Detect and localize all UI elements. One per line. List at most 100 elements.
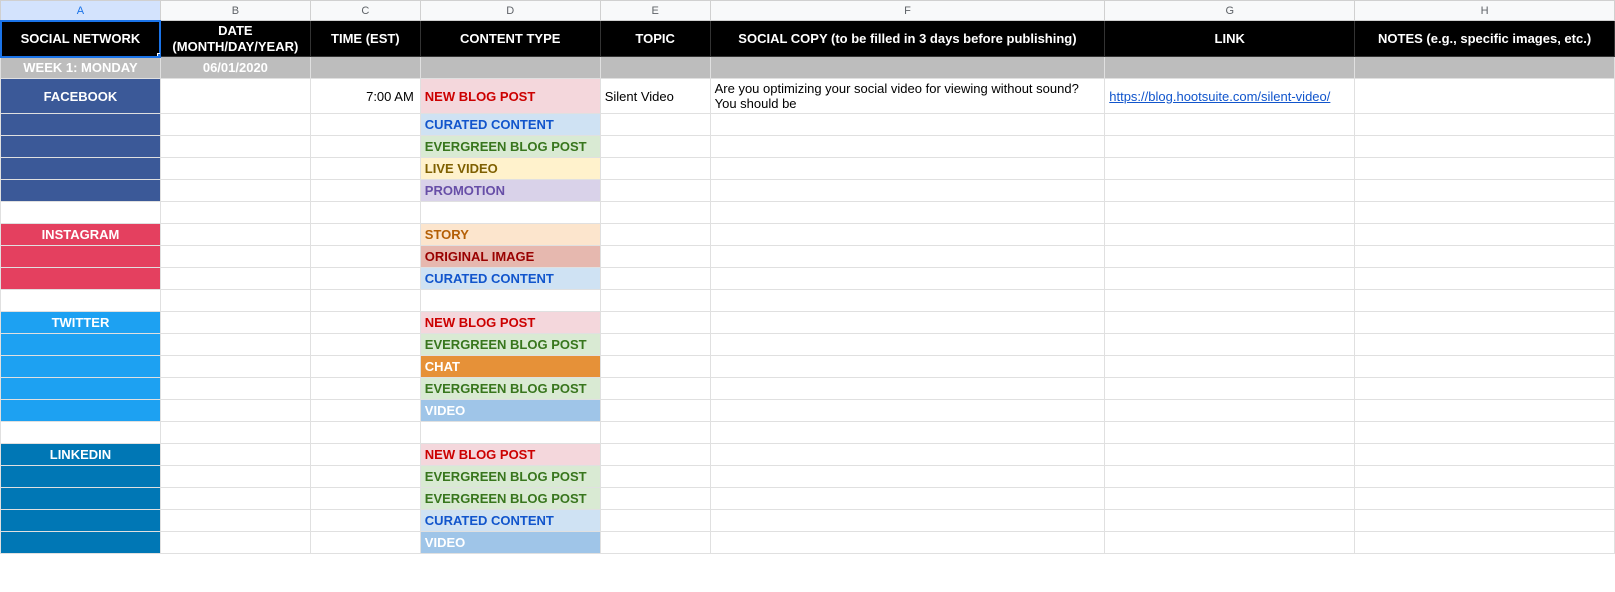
cell[interactable] bbox=[1105, 246, 1355, 268]
cell[interactable] bbox=[1355, 246, 1615, 268]
cell[interactable] bbox=[1355, 114, 1615, 136]
content-type-newblog[interactable]: NEW BLOG POST bbox=[420, 79, 600, 114]
cell[interactable] bbox=[1105, 268, 1355, 290]
content-type-origimage[interactable]: ORIGINAL IMAGE bbox=[420, 246, 600, 268]
cell[interactable] bbox=[710, 202, 1105, 224]
cell[interactable] bbox=[600, 158, 710, 180]
cell[interactable] bbox=[710, 400, 1105, 422]
cell[interactable] bbox=[160, 268, 310, 290]
cell[interactable] bbox=[160, 246, 310, 268]
header-time[interactable]: TIME (EST) bbox=[310, 21, 420, 57]
cell[interactable] bbox=[1, 136, 161, 158]
cell[interactable] bbox=[600, 334, 710, 356]
cell-link[interactable]: https://blog.hootsuite.com/silent-video/ bbox=[1105, 79, 1355, 114]
cell[interactable] bbox=[1355, 422, 1615, 444]
cell[interactable] bbox=[420, 202, 600, 224]
cell[interactable] bbox=[420, 57, 600, 79]
network-label-instagram[interactable]: INSTAGRAM bbox=[1, 224, 161, 246]
cell[interactable] bbox=[1355, 290, 1615, 312]
cell[interactable] bbox=[160, 136, 310, 158]
cell[interactable] bbox=[1105, 180, 1355, 202]
cell[interactable] bbox=[710, 466, 1105, 488]
cell[interactable] bbox=[160, 422, 310, 444]
cell[interactable] bbox=[600, 202, 710, 224]
cell[interactable] bbox=[310, 180, 420, 202]
cell[interactable] bbox=[710, 532, 1105, 554]
col-header-B[interactable]: B bbox=[160, 1, 310, 21]
content-type-newblog[interactable]: NEW BLOG POST bbox=[420, 444, 600, 466]
cell[interactable] bbox=[1, 268, 161, 290]
content-type-evergreen[interactable]: EVERGREEN BLOG POST bbox=[420, 466, 600, 488]
cell[interactable] bbox=[710, 312, 1105, 334]
cell[interactable] bbox=[160, 312, 310, 334]
cell[interactable] bbox=[160, 400, 310, 422]
col-header-C[interactable]: C bbox=[310, 1, 420, 21]
cell[interactable] bbox=[600, 378, 710, 400]
cell[interactable] bbox=[710, 488, 1105, 510]
header-date[interactable]: DATE (MONTH/DAY/YEAR) bbox=[160, 21, 310, 57]
cell[interactable] bbox=[1, 114, 161, 136]
cell[interactable] bbox=[710, 334, 1105, 356]
cell[interactable] bbox=[310, 57, 420, 79]
cell[interactable] bbox=[600, 180, 710, 202]
cell[interactable] bbox=[160, 488, 310, 510]
cell[interactable] bbox=[710, 136, 1105, 158]
header-social-network[interactable]: SOCIAL NETWORK bbox=[1, 21, 161, 57]
cell[interactable] bbox=[600, 356, 710, 378]
cell[interactable] bbox=[160, 378, 310, 400]
cell[interactable] bbox=[310, 488, 420, 510]
cell[interactable] bbox=[710, 444, 1105, 466]
cell[interactable] bbox=[160, 334, 310, 356]
cell[interactable] bbox=[160, 444, 310, 466]
cell[interactable] bbox=[1355, 400, 1615, 422]
cell[interactable] bbox=[1355, 466, 1615, 488]
cell[interactable] bbox=[1, 334, 161, 356]
cell[interactable] bbox=[1, 158, 161, 180]
cell[interactable] bbox=[1105, 378, 1355, 400]
cell[interactable] bbox=[600, 312, 710, 334]
cell[interactable] bbox=[600, 422, 710, 444]
content-type-evergreen[interactable]: EVERGREEN BLOG POST bbox=[420, 488, 600, 510]
cell[interactable] bbox=[1105, 532, 1355, 554]
cell-copy[interactable]: Are you optimizing your social video for… bbox=[710, 79, 1105, 114]
cell[interactable] bbox=[160, 180, 310, 202]
cell[interactable] bbox=[1105, 57, 1355, 79]
cell[interactable] bbox=[710, 510, 1105, 532]
cell[interactable] bbox=[420, 422, 600, 444]
cell[interactable] bbox=[1, 378, 161, 400]
cell[interactable] bbox=[310, 466, 420, 488]
cell[interactable] bbox=[1105, 400, 1355, 422]
content-type-curated[interactable]: CURATED CONTENT bbox=[420, 114, 600, 136]
cell[interactable] bbox=[310, 202, 420, 224]
cell[interactable] bbox=[1105, 510, 1355, 532]
cell[interactable] bbox=[1105, 158, 1355, 180]
cell[interactable] bbox=[310, 114, 420, 136]
cell[interactable] bbox=[1355, 202, 1615, 224]
content-type-newblog[interactable]: NEW BLOG POST bbox=[420, 312, 600, 334]
cell[interactable] bbox=[310, 224, 420, 246]
cell[interactable] bbox=[310, 378, 420, 400]
col-header-D[interactable]: D bbox=[420, 1, 600, 21]
cell[interactable] bbox=[710, 356, 1105, 378]
cell[interactable] bbox=[600, 57, 710, 79]
col-header-H[interactable]: H bbox=[1355, 1, 1615, 21]
cell[interactable] bbox=[1105, 114, 1355, 136]
cell[interactable] bbox=[160, 79, 310, 114]
cell[interactable] bbox=[310, 510, 420, 532]
cell[interactable] bbox=[600, 136, 710, 158]
header-link[interactable]: LINK bbox=[1105, 21, 1355, 57]
cell[interactable] bbox=[1355, 312, 1615, 334]
cell[interactable] bbox=[1355, 57, 1615, 79]
cell[interactable] bbox=[1105, 136, 1355, 158]
cell[interactable] bbox=[310, 400, 420, 422]
selection-handle-icon[interactable] bbox=[157, 53, 161, 57]
header-notes[interactable]: NOTES (e.g., specific images, etc.) bbox=[1355, 21, 1615, 57]
cell[interactable] bbox=[310, 268, 420, 290]
cell[interactable] bbox=[1, 202, 161, 224]
cell[interactable] bbox=[600, 532, 710, 554]
cell[interactable] bbox=[710, 268, 1105, 290]
network-label-linkedin[interactable]: LINKEDIN bbox=[1, 444, 161, 466]
header-content-type[interactable]: CONTENT TYPE bbox=[420, 21, 600, 57]
cell[interactable] bbox=[310, 312, 420, 334]
cell[interactable] bbox=[1355, 334, 1615, 356]
